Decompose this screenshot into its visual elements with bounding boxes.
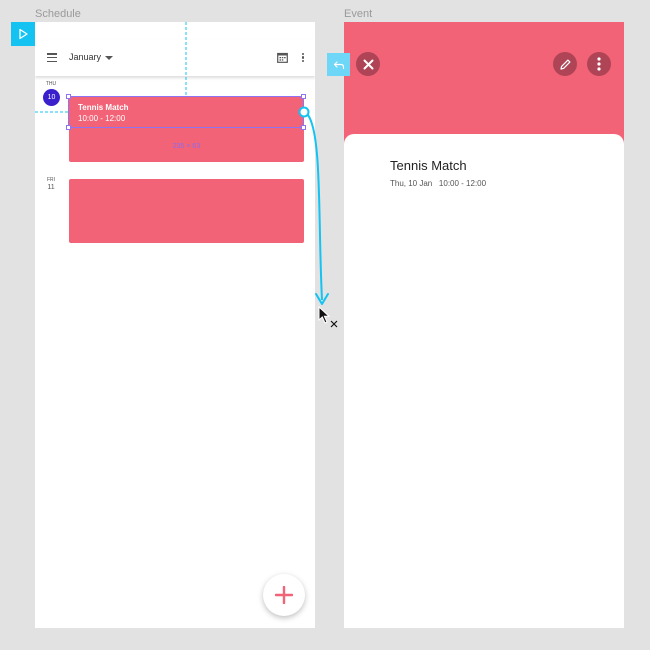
cursor-icon [318, 306, 338, 328]
